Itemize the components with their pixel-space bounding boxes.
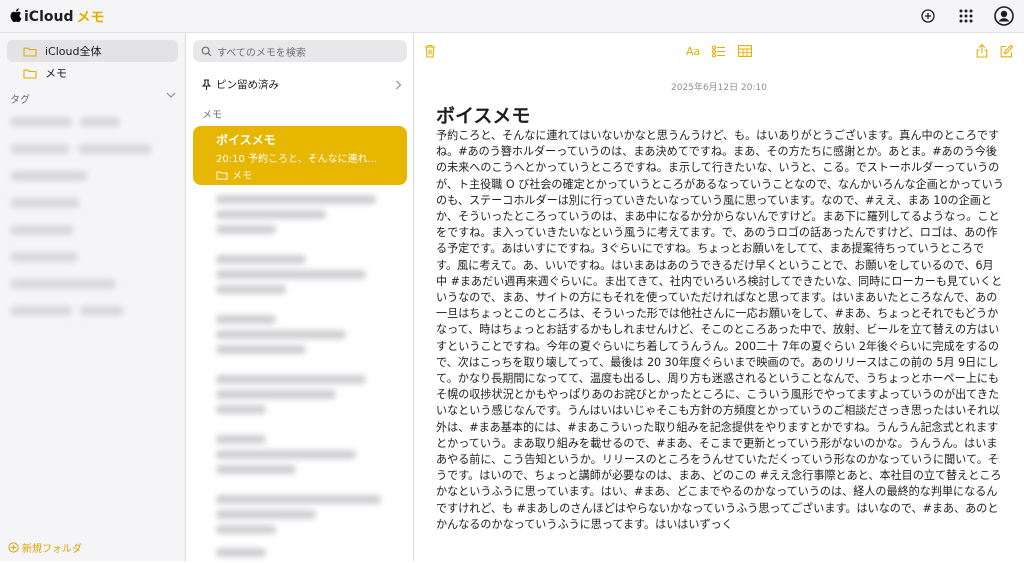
- tag-item[interactable]: [80, 306, 124, 316]
- notes-list: すべてのメモを検索 ピン留め済み メモ ボイスメモ 20:10 予約ころと、そん…: [186, 33, 414, 561]
- note-preview: 20:10 予約ころと、そんなに連れ...: [216, 154, 378, 165]
- chevron-right-icon: [396, 80, 402, 89]
- sidebar: iCloud全体 メモ タグ 新規フォルダ: [0, 33, 186, 561]
- list-item[interactable]: [216, 315, 386, 360]
- add-circle-icon: [8, 542, 19, 553]
- delete-button[interactable]: [424, 42, 436, 60]
- tag-item[interactable]: [10, 171, 88, 181]
- note-body-text[interactable]: 予約ころと、そんなに連れてはいないかなと思うんうけど、も。はいありがとうございま…: [436, 128, 1004, 533]
- sidebar-item-memo[interactable]: メモ: [7, 62, 178, 84]
- new-folder-label: 新規フォルダ: [22, 544, 82, 555]
- tag-item[interactable]: [10, 198, 80, 208]
- list-item[interactable]: [216, 375, 386, 420]
- sidebar-item-label: iCloud全体: [45, 45, 102, 58]
- app-grid-icon[interactable]: [956, 6, 976, 26]
- app-name: メモ: [76, 10, 105, 26]
- search-icon: [201, 46, 212, 56]
- apple-logo-icon: [10, 8, 22, 26]
- top-bar: iCloud メモ: [0, 0, 1024, 33]
- list-item[interactable]: [216, 195, 386, 240]
- format-button[interactable]: Aa: [686, 42, 700, 60]
- share-button[interactable]: [976, 42, 988, 60]
- tag-item[interactable]: [80, 117, 120, 127]
- folder-icon: [23, 69, 37, 79]
- note-title-heading[interactable]: ボイスメモ: [436, 101, 530, 128]
- tags-section-header[interactable]: タグ: [10, 91, 176, 106]
- pin-icon: [202, 79, 211, 90]
- brand-name: iCloud: [24, 9, 74, 25]
- tag-item[interactable]: [78, 144, 152, 154]
- folder-icon: [23, 47, 37, 57]
- tag-item[interactable]: [10, 117, 72, 127]
- list-item[interactable]: [216, 435, 386, 480]
- sidebar-item-icloud-all[interactable]: iCloud全体: [7, 40, 178, 62]
- sidebar-item-label: メモ: [45, 67, 67, 80]
- compose-icon: [1000, 44, 1013, 57]
- list-item[interactable]: [216, 255, 386, 300]
- tag-item[interactable]: [10, 279, 116, 289]
- text-format-icon: Aa: [686, 44, 701, 58]
- pinned-section-header[interactable]: ピン留め済み: [202, 77, 402, 92]
- search-input[interactable]: すべてのメモを検索: [193, 40, 407, 62]
- note-folder-label: メモ: [232, 171, 252, 182]
- note-title: ボイスメモ: [216, 133, 276, 147]
- checklist-icon: [712, 45, 725, 57]
- tag-item[interactable]: [10, 252, 78, 262]
- trash-icon: [425, 44, 435, 58]
- list-item[interactable]: [216, 495, 386, 540]
- pinned-label: ピン留め済み: [216, 79, 279, 91]
- table-icon: [738, 45, 752, 57]
- tags-label: タグ: [10, 95, 30, 106]
- new-folder-button[interactable]: 新規フォルダ: [8, 540, 82, 555]
- tag-item[interactable]: [10, 306, 72, 316]
- search-placeholder: すべてのメモを検索: [217, 47, 306, 59]
- tag-item[interactable]: [10, 144, 70, 154]
- add-circle-icon[interactable]: [918, 6, 938, 26]
- note-item-selected[interactable]: ボイスメモ 20:10 予約ころと、そんなに連れ... メモ: [193, 126, 407, 185]
- chevron-down-icon: [166, 92, 176, 98]
- tag-item[interactable]: [10, 225, 74, 235]
- note-date: 2025年6月12日 20:10: [671, 83, 767, 93]
- compose-button[interactable]: [1000, 42, 1013, 60]
- table-button[interactable]: [738, 42, 752, 60]
- section-header: メモ: [202, 110, 222, 121]
- checklist-button[interactable]: [712, 42, 726, 60]
- folder-icon: [216, 171, 228, 180]
- account-icon[interactable]: [994, 6, 1014, 26]
- note-folder: メモ: [216, 167, 407, 182]
- app-brand[interactable]: iCloud メモ: [10, 7, 104, 27]
- note-editor: Aa 2025年6月12日 20:10 ボイスメモ 予約ころと、そんなに連れては…: [414, 33, 1024, 561]
- share-icon: [976, 44, 988, 58]
